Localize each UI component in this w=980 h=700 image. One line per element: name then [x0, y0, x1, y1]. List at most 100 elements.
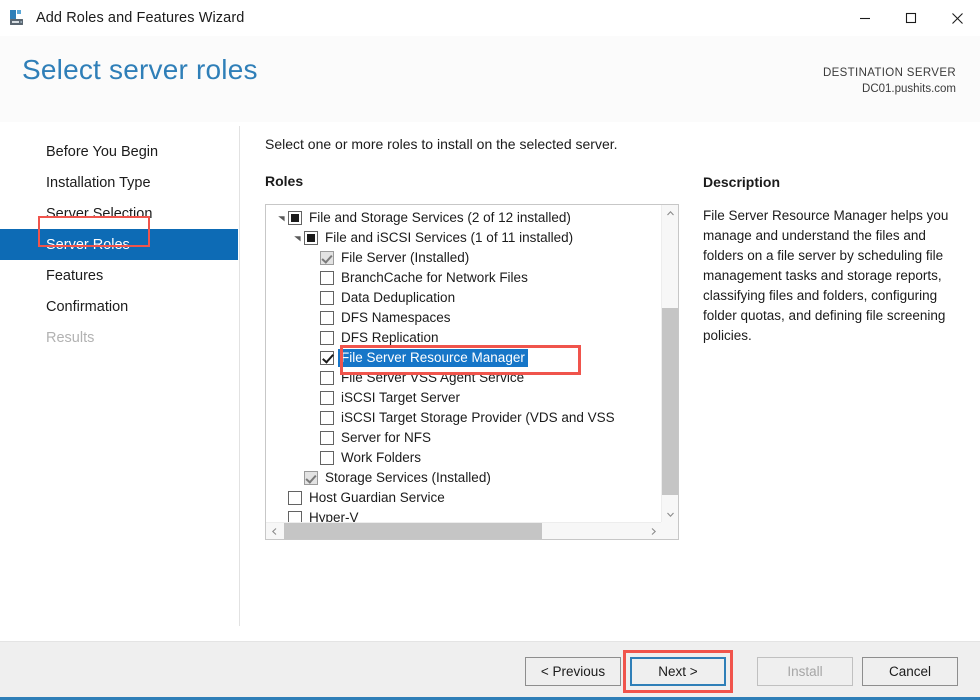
title-bar: Add Roles and Features Wizard [0, 0, 980, 36]
checkbox-partial[interactable] [304, 231, 318, 245]
expander-placeholder [306, 308, 320, 328]
scrollbar-corner [661, 522, 678, 539]
checkbox-partial[interactable] [288, 211, 302, 225]
tree-item-label: Data Deduplication [341, 289, 456, 305]
roles-tree-vertical-scrollbar[interactable] [661, 205, 678, 523]
tree-row[interactable]: File Server Resource Manager [266, 348, 662, 368]
expander-expanded-icon[interactable] [290, 228, 304, 248]
roles-tree-box: File and Storage Services (2 of 12 insta… [265, 204, 679, 540]
tree-row[interactable]: iSCSI Target Storage Provider (VDS and V… [266, 408, 662, 428]
checkbox-unchecked[interactable] [320, 391, 334, 405]
window-controls [842, 0, 980, 36]
tree-item-label: DFS Namespaces [341, 309, 451, 325]
tree-item-label: iSCSI Target Server [341, 389, 461, 405]
expander-placeholder [306, 248, 320, 268]
next-button[interactable]: Next > [630, 657, 726, 686]
expander-placeholder [290, 468, 304, 488]
expander-placeholder [274, 508, 288, 523]
horizontal-scrollbar-thumb[interactable] [284, 523, 542, 539]
expander-placeholder [306, 288, 320, 308]
tree-row[interactable]: File and Storage Services (2 of 12 insta… [266, 208, 662, 228]
sidebar-item-server-selection[interactable]: Server Selection [0, 198, 238, 229]
checkbox-unchecked[interactable] [320, 271, 334, 285]
sidebar-item-label: Results [46, 329, 95, 346]
checkbox-unchecked[interactable] [320, 371, 334, 385]
tree-row[interactable]: File Server (Installed) [266, 248, 662, 268]
close-icon[interactable] [934, 0, 980, 36]
previous-button[interactable]: < Previous [525, 657, 621, 686]
expander-placeholder [306, 388, 320, 408]
sidebar-item-confirmation[interactable]: Confirmation [0, 291, 238, 322]
tree-row[interactable]: File and iSCSI Services (1 of 11 install… [266, 228, 662, 248]
nav-separator [239, 126, 240, 626]
checkbox-unchecked[interactable] [320, 291, 334, 305]
minimize-icon[interactable] [842, 0, 888, 36]
checkbox-unchecked[interactable] [320, 311, 334, 325]
instruction-text: Select one or more roles to install on t… [265, 136, 618, 152]
tree-item-label: File Server (Installed) [341, 249, 470, 265]
tree-item-label: Host Guardian Service [309, 489, 445, 505]
description-title: Description [703, 174, 781, 190]
roles-tree-horizontal-scrollbar[interactable] [266, 522, 662, 539]
expander-placeholder [306, 428, 320, 448]
chevron-down-icon[interactable] [662, 506, 678, 523]
tree-row[interactable]: File Server VSS Agent Service [266, 368, 662, 388]
tree-item-label: DFS Replication [341, 329, 439, 345]
checkbox-installed[interactable] [320, 251, 334, 265]
expander-placeholder [274, 488, 288, 508]
tree-row[interactable]: DFS Replication [266, 328, 662, 348]
sidebar-item-label: Server Selection [46, 205, 153, 222]
checkbox-unchecked[interactable] [320, 331, 334, 345]
chevron-up-icon[interactable] [662, 205, 678, 222]
checkbox-unchecked[interactable] [320, 451, 334, 465]
tree-row[interactable]: Hyper-V [266, 508, 662, 523]
chevron-left-icon[interactable] [266, 523, 283, 539]
sidebar-item-label: Confirmation [46, 298, 129, 315]
wizard-steps-nav: Before You Begin Installation Type Serve… [0, 136, 238, 353]
tree-row[interactable]: iSCSI Target Server [266, 388, 662, 408]
sidebar-item-server-roles[interactable]: Server Roles [0, 229, 238, 260]
tree-row[interactable]: BranchCache for Network Files [266, 268, 662, 288]
tree-item-label: File and Storage Services (2 of 12 insta… [309, 209, 571, 225]
chevron-right-icon[interactable] [645, 523, 662, 539]
footer-button-row: < Previous Next > Install Cancel [525, 650, 958, 693]
checkbox-checked[interactable] [320, 351, 334, 365]
tree-row[interactable]: Data Deduplication [266, 288, 662, 308]
vertical-scrollbar-thumb[interactable] [662, 308, 678, 495]
expander-placeholder [306, 408, 320, 428]
destination-server-value: DC01.pushits.com [862, 82, 956, 95]
tree-row[interactable]: Work Folders [266, 448, 662, 468]
cancel-button[interactable]: Cancel [862, 657, 958, 686]
sidebar-item-before-you-begin[interactable]: Before You Begin [0, 136, 238, 167]
tree-row[interactable]: Server for NFS [266, 428, 662, 448]
maximize-icon[interactable] [888, 0, 934, 36]
tree-item-label: iSCSI Target Storage Provider (VDS and V… [341, 409, 615, 425]
checkbox-installed[interactable] [304, 471, 318, 485]
tree-row[interactable]: Host Guardian Service [266, 488, 662, 508]
roles-section-label: Roles [265, 173, 304, 189]
checkbox-unchecked[interactable] [320, 431, 334, 445]
roles-tree-viewport: File and Storage Services (2 of 12 insta… [266, 205, 662, 523]
destination-server-label: DESTINATION SERVER [822, 67, 956, 79]
page-header: Select server roles DESTINATION SERVER D… [0, 36, 980, 122]
sidebar-item-label: Before You Begin [46, 143, 159, 160]
expander-expanded-icon[interactable] [274, 208, 288, 228]
sidebar-item-label: Server Roles [46, 236, 130, 253]
tree-item-label: Storage Services (Installed) [325, 469, 491, 485]
checkbox-unchecked[interactable] [320, 411, 334, 425]
sidebar-item-label: Features [46, 267, 104, 284]
tree-row[interactable]: Storage Services (Installed) [266, 468, 662, 488]
checkbox-unchecked[interactable] [288, 491, 302, 505]
add-roles-wizard-window: Add Roles and Features Wizard Select ser… [0, 0, 980, 700]
tree-row[interactable]: DFS Namespaces [266, 308, 662, 328]
sidebar-item-installation-type[interactable]: Installation Type [0, 167, 238, 198]
sidebar-item-features[interactable]: Features [0, 260, 238, 291]
